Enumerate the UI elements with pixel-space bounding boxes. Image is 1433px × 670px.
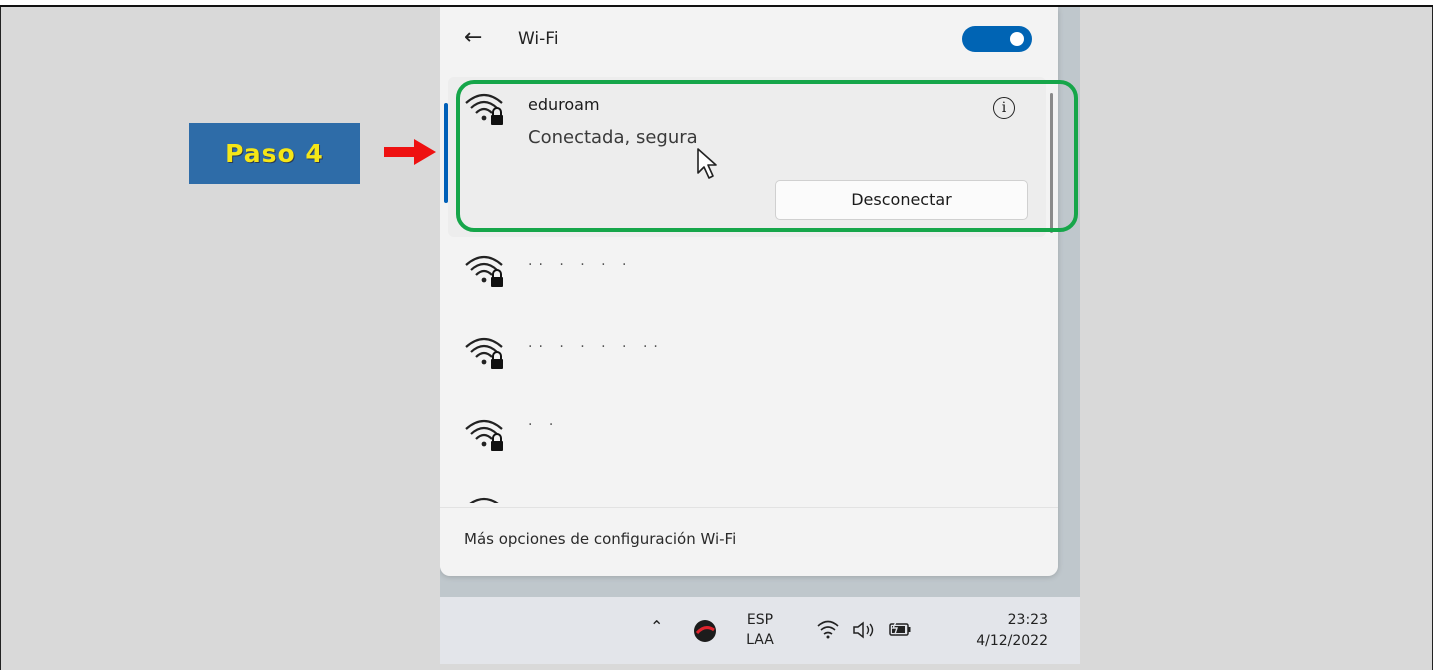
chevron-up-icon[interactable]: ⌃ xyxy=(650,617,663,636)
panel-footer: Más opciones de configuración Wi-Fi xyxy=(440,507,1058,576)
wifi-icon xyxy=(469,497,499,503)
taskbar-clock[interactable]: 23:23 4/12/2022 xyxy=(948,610,1048,652)
wifi-secured-icon xyxy=(465,419,503,451)
back-arrow-icon[interactable]: ← xyxy=(464,25,482,50)
network-name: ·· · · · · xyxy=(528,257,633,273)
keyboard-layout: LAA xyxy=(746,632,774,648)
network-item[interactable]: · · xyxy=(440,403,1058,483)
volume-icon xyxy=(853,621,874,639)
language-indicator[interactable]: ESP LAA xyxy=(740,610,780,650)
panel-title: Wi-Fi xyxy=(518,29,559,49)
clock-date: 4/12/2022 xyxy=(976,633,1048,649)
wifi-icon xyxy=(817,620,839,639)
step-badge: Paso 4 xyxy=(189,123,360,184)
network-item[interactable]: ·· · · · · ·· xyxy=(440,321,1058,401)
clock-time: 23:23 xyxy=(1007,612,1048,628)
network-item[interactable] xyxy=(440,485,1058,503)
toggle-knob xyxy=(1010,32,1024,46)
panel-header: ← Wi-Fi xyxy=(440,7,1058,71)
document-left-border xyxy=(0,7,1,670)
battery-icon xyxy=(889,621,911,636)
wifi-toggle[interactable] xyxy=(962,26,1032,52)
system-tray-icons[interactable] xyxy=(812,614,932,646)
wifi-secured-icon xyxy=(465,255,503,287)
app-tray-icon[interactable] xyxy=(692,618,718,644)
document-top-border xyxy=(0,0,1433,7)
network-name: ·· · · · · ·· xyxy=(528,339,664,355)
taskbar: ⌃ ESP LAA 23:23 4/12/2022 xyxy=(440,597,1080,664)
wifi-secured-icon xyxy=(465,337,503,369)
language-code: ESP xyxy=(746,612,774,628)
red-arrow-icon xyxy=(384,139,436,165)
highlight-box xyxy=(456,80,1078,232)
more-wifi-settings-link[interactable]: Más opciones de configuración Wi-Fi xyxy=(464,530,736,548)
network-item[interactable]: ·· · · · · xyxy=(440,239,1058,319)
network-name: · · xyxy=(528,417,560,433)
